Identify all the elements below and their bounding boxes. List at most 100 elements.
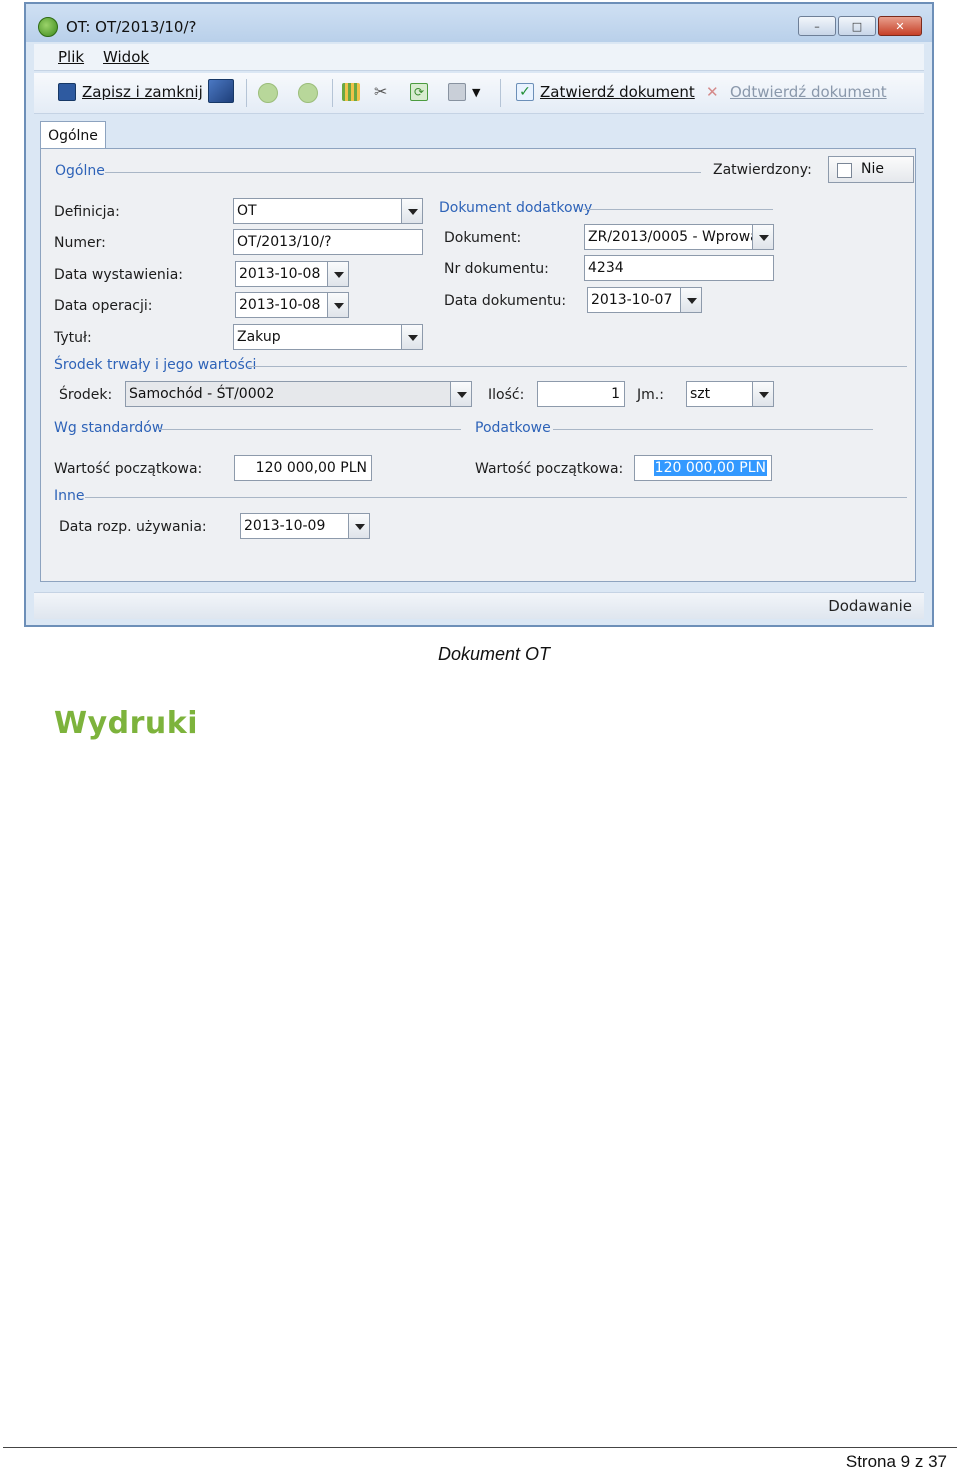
doc-value: ZR/2013/0005 - Wprowac [588,229,767,245]
group-tax-title: Podatkowe [475,420,551,436]
unit-label: Jm.: [637,387,664,403]
checkbox-box[interactable] [837,163,852,178]
refresh-button[interactable]: ⟳ [410,83,428,101]
group-standard-title: Wg standardów [54,420,164,436]
group-divider [583,209,773,210]
asset-value: Samochód - ŚT/0002 [129,386,275,402]
approve-icon: ✓ [516,83,534,101]
doc-label: Dokument: [444,230,522,246]
status-bar: Dodawanie [34,592,924,619]
toolbar-separator [500,79,501,107]
chevron-down-icon[interactable]: ▼ [472,86,480,99]
chevron-down-icon[interactable] [752,225,773,249]
operation-date-picker[interactable]: 2013-10-08 [235,292,349,318]
toolbar: Zapisz i zamknij ✂ ⟳ ▼ ✓ Zatwierdź dokum [34,73,924,114]
asset-select[interactable]: Samochód - ŚT/0002 [125,381,472,407]
form-panel: Ogólne Zatwierdzony: Nie Definicja: OT N… [40,148,916,582]
section-heading: Wydruki [54,706,199,741]
save-icon [58,83,76,101]
print-icon [448,83,466,101]
group-divider [247,366,907,367]
issue-date-picker[interactable]: 2013-10-08 [235,261,349,287]
chevron-down-icon[interactable] [401,199,422,223]
grid-button[interactable] [342,83,360,101]
menu-widok[interactable]: Widok [103,48,149,66]
doc-no-input[interactable]: 4234 [584,255,774,281]
minimize-button[interactable]: – [798,16,836,36]
number-input[interactable]: OT/2013/10/? [233,229,423,255]
toolbar-separator [246,79,247,107]
tools-icon: ✂ [374,82,388,101]
menu-bar: Plik Widok [34,44,924,71]
issue-date-value: 2013-10-08 [239,266,321,282]
title-value: Zakup [237,329,281,345]
start-use-value: 2013-10-09 [244,518,326,534]
close-button[interactable]: ✕ [878,16,922,36]
save-close-button[interactable]: Zapisz i zamknij [58,83,203,101]
save-all-button[interactable] [208,79,234,103]
menu-plik[interactable]: Plik [58,48,84,66]
maximize-button[interactable]: □ [838,16,876,36]
doc-date-label: Data dokumentu: [444,293,567,309]
qty-input[interactable]: 1 [537,381,625,407]
unapprove-label: Odtwierdź dokument [730,83,887,101]
definition-label: Definicja: [54,204,120,220]
tax-initial-value-input[interactable]: 120 000,00 PLN [634,455,772,481]
footer-divider [3,1447,957,1448]
qty-label: Ilość: [488,387,525,403]
group-divider [553,429,873,430]
issue-date-label: Data wystawienia: [54,267,183,283]
doc-date-value: 2013-10-07 [591,292,673,308]
group-asset-title: Środek trwały i jego wartości [54,357,257,373]
chevron-down-icon[interactable] [752,382,773,406]
doc-select[interactable]: ZR/2013/0005 - Wprowac [584,224,774,250]
chevron-down-icon[interactable] [327,262,348,286]
approved-value: Nie [861,161,884,177]
chevron-down-icon[interactable] [450,382,471,406]
save-close-label: Zapisz i zamknij [82,83,203,101]
number-label: Numer: [54,235,106,251]
print-button[interactable]: ▼ [448,83,480,101]
approve-button[interactable]: ✓ Zatwierdź dokument [516,83,695,101]
unit-select[interactable]: szt [686,381,774,407]
asset-label: Środek: [59,387,113,403]
chevron-down-icon[interactable] [401,325,422,349]
initial-value-label: Wartość początkowa: [54,461,203,477]
doc-date-picker[interactable]: 2013-10-07 [587,287,702,313]
page-number: Strona 9 z 37 [845,1452,947,1471]
group-additional-title: Dokument dodatkowy [439,200,593,216]
chevron-down-icon[interactable] [327,293,348,317]
unapprove-button[interactable]: ✕ Odtwierdź dokument [706,83,887,101]
forward-button[interactable] [298,83,318,103]
tab-ogolne[interactable]: Ogólne [40,121,106,150]
unit-value: szt [690,386,711,402]
initial-value-input[interactable]: 120 000,00 PLN [234,455,372,481]
window-title: OT: OT/2013/10/? [66,18,197,36]
group-divider [159,429,461,430]
approve-label: Zatwierdź dokument [540,83,695,101]
refresh-icon: ⟳ [410,83,428,101]
tools-button[interactable]: ✂ [374,83,392,101]
chevron-down-icon[interactable] [680,288,701,312]
back-button[interactable] [258,83,278,103]
start-use-date-picker[interactable]: 2013-10-09 [240,513,370,539]
status-mode: Dodawanie [828,597,912,615]
chevron-down-icon[interactable] [348,514,369,538]
figure-caption: Dokument OT [437,644,551,664]
group-divider [105,172,701,173]
operation-date-value: 2013-10-08 [239,297,321,313]
start-use-label: Data rozp. używania: [59,519,207,535]
title-label: Tytuł: [54,330,92,346]
tax-initial-value: 120 000,00 PLN [653,460,767,476]
group-general-title: Ogólne [55,163,105,179]
app-icon [38,17,58,37]
definition-select[interactable]: OT [233,198,423,224]
title-select[interactable]: Zakup [233,324,423,350]
forward-icon [298,83,318,103]
unapprove-icon: ✕ [706,83,719,101]
approved-checkbox[interactable]: Nie [828,156,914,183]
back-icon [258,83,278,103]
save-all-icon [208,79,234,103]
title-bar[interactable]: OT: OT/2013/10/? – □ ✕ [26,4,932,42]
grid-icon [342,83,360,101]
